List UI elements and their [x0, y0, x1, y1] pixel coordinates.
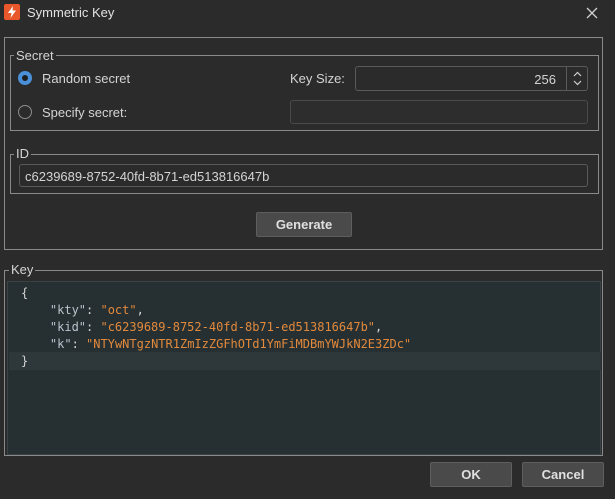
specify-secret-input[interactable]	[290, 100, 588, 124]
specify-secret-label[interactable]: Specify secret:	[42, 105, 127, 120]
id-legend: ID	[14, 146, 31, 161]
ok-button[interactable]: OK	[430, 462, 512, 487]
key-size-label: Key Size:	[290, 71, 345, 86]
code-line: {	[21, 286, 29, 300]
id-input[interactable]: c6239689-8752-40fd-8b71-ed513816647b	[19, 164, 588, 187]
key-size-value: 256	[534, 72, 556, 87]
code-line: "kid": "c6239689-8752-40fd-8b71-ed513816…	[49, 320, 383, 334]
random-secret-label[interactable]: Random secret	[42, 71, 130, 86]
secret-legend: Secret	[14, 48, 56, 63]
window-title: Symmetric Key	[27, 5, 115, 20]
title-bar: Symmetric Key	[0, 0, 615, 27]
burp-lightning-icon	[4, 4, 20, 20]
specify-secret-radio[interactable]	[18, 105, 32, 119]
spinner-arrows-icon[interactable]	[566, 67, 587, 90]
code-line: "k": "NTYwNTgzNTR1ZmIzZGFhOTd1YmFiMDBmYW…	[49, 337, 412, 351]
cancel-button[interactable]: Cancel	[522, 462, 604, 487]
code-line: "kty": "oct",	[49, 303, 144, 317]
code-line-active: }	[9, 352, 601, 370]
random-secret-radio[interactable]	[18, 71, 32, 85]
key-legend: Key	[9, 262, 36, 277]
close-icon[interactable]	[583, 4, 601, 22]
key-size-spinner[interactable]: 256	[355, 66, 588, 91]
generate-button[interactable]: Generate	[256, 212, 352, 237]
id-value: c6239689-8752-40fd-8b71-ed513816647b	[25, 169, 270, 184]
key-json-editor[interactable]: { "kty": "oct", "kid": "c6239689-8752-40…	[7, 281, 601, 455]
